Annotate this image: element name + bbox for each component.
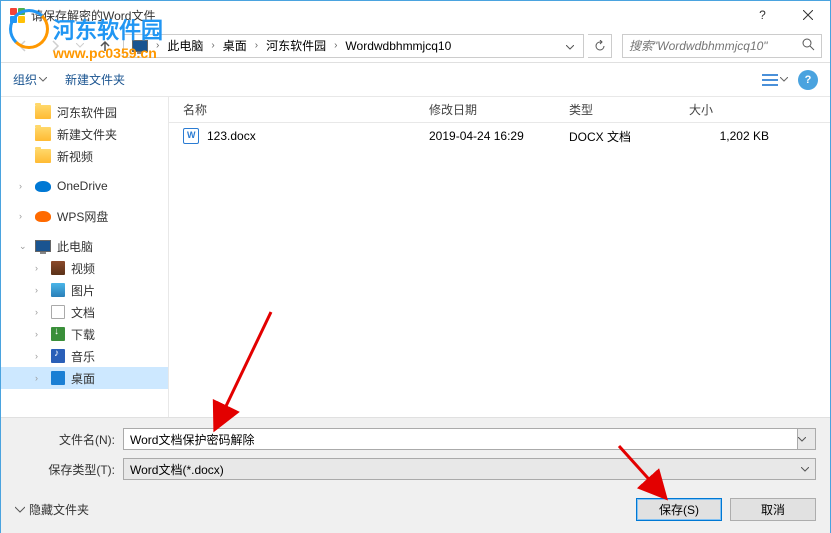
list-header: 名称 修改日期 类型 大小	[169, 97, 830, 123]
folder-icon	[35, 105, 51, 119]
view-icon	[762, 74, 778, 86]
filename-label: 文件名(N):	[15, 431, 123, 448]
forward-button[interactable]	[41, 33, 69, 59]
folder-icon	[35, 149, 51, 163]
folder-icon	[35, 127, 51, 141]
sidebar-item-downloads[interactable]: ›↓下载	[1, 323, 168, 345]
pc-icon	[35, 240, 51, 252]
column-name[interactable]: 名称	[169, 101, 429, 118]
search-input[interactable]	[629, 39, 802, 53]
chevron-down-icon	[76, 43, 84, 48]
breadcrumb-segment[interactable]: 河东软件园	[262, 35, 330, 57]
help-button[interactable]: ?	[740, 1, 785, 29]
save-form: 文件名(N): 保存类型(T): Word文档(*.docx) 隐藏文件夹 保存…	[1, 417, 830, 533]
filetype-label: 保存类型(T):	[15, 461, 123, 478]
chevron-right-icon: ›	[207, 40, 218, 51]
sidebar-item-documents[interactable]: ›文档	[1, 301, 168, 323]
sidebar: 河东软件园 新建文件夹 新视频 ›OneDrive ›WPS网盘 ⌄此电脑 ›视…	[1, 97, 169, 417]
breadcrumb-segment[interactable]: 桌面	[219, 35, 251, 57]
save-button[interactable]: 保存(S)	[636, 498, 722, 521]
sidebar-item-onedrive[interactable]: ›OneDrive	[1, 175, 168, 197]
file-list: 名称 修改日期 类型 大小 123.docx 2019-04-24 16:29 …	[169, 97, 830, 417]
sidebar-item-pictures[interactable]: ›图片	[1, 279, 168, 301]
sidebar-item-folder[interactable]: 新视频	[1, 145, 168, 167]
breadcrumb[interactable]: › 此电脑 › 桌面 › 河东软件园 › Wordwdbhmmjcq10	[123, 34, 584, 58]
file-row[interactable]: 123.docx 2019-04-24 16:29 DOCX 文档 1,202 …	[169, 123, 830, 149]
close-button[interactable]	[785, 1, 830, 29]
desktop-icon	[51, 371, 65, 385]
chevron-down-icon	[15, 505, 25, 515]
wps-icon	[35, 211, 51, 222]
sidebar-item-music[interactable]: ›♪音乐	[1, 345, 168, 367]
recent-dropdown[interactable]	[73, 33, 87, 59]
column-size[interactable]: 大小	[689, 101, 789, 118]
back-button[interactable]	[9, 33, 37, 59]
arrow-left-icon	[15, 38, 31, 54]
chevron-down-icon	[780, 77, 788, 82]
column-date[interactable]: 修改日期	[429, 101, 569, 118]
refresh-button[interactable]	[588, 34, 612, 58]
up-button[interactable]	[91, 33, 119, 59]
filename-input[interactable]	[123, 428, 798, 450]
chevron-down-icon	[39, 77, 47, 82]
chevron-down-icon	[801, 467, 809, 472]
sidebar-item-videos[interactable]: ›视频	[1, 257, 168, 279]
sidebar-item-folder[interactable]: 新建文件夹	[1, 123, 168, 145]
organize-menu[interactable]: 组织	[13, 71, 47, 88]
chevron-right-icon: ›	[330, 40, 341, 51]
arrow-up-icon	[97, 38, 113, 54]
navbar: › 此电脑 › 桌面 › 河东软件园 › Wordwdbhmmjcq10	[1, 29, 830, 63]
sidebar-item-desktop[interactable]: ›桌面	[1, 367, 168, 389]
window-title: 请保存解密的Word文件	[31, 7, 155, 24]
expand-arrow-icon: ›	[19, 181, 29, 191]
sidebar-item-wps[interactable]: ›WPS网盘	[1, 205, 168, 227]
chevron-down-icon	[798, 437, 806, 442]
view-button[interactable]	[762, 74, 788, 86]
docx-icon	[183, 128, 199, 144]
chevron-right-icon: ›	[251, 40, 262, 51]
main-pane: 河东软件园 新建文件夹 新视频 ›OneDrive ›WPS网盘 ⌄此电脑 ›视…	[1, 97, 830, 417]
search-box[interactable]	[622, 34, 822, 58]
breadcrumb-dropdown[interactable]	[561, 39, 579, 53]
app-icon	[9, 7, 25, 23]
hide-folders-toggle[interactable]: 隐藏文件夹	[15, 501, 89, 518]
breadcrumb-segment[interactable]: Wordwdbhmmjcq10	[341, 35, 455, 57]
close-icon	[803, 10, 813, 20]
new-folder-button[interactable]: 新建文件夹	[65, 71, 125, 88]
onedrive-icon	[35, 181, 51, 192]
refresh-icon	[594, 40, 606, 52]
expand-arrow-icon: ⌄	[19, 241, 29, 252]
file-type: DOCX 文档	[569, 128, 689, 145]
help-icon-button[interactable]: ?	[798, 70, 818, 90]
arrow-right-icon	[47, 38, 63, 54]
file-date: 2019-04-24 16:29	[429, 129, 569, 143]
filetype-select[interactable]: Word文档(*.docx)	[123, 458, 816, 480]
toolbar: 组织 新建文件夹 ?	[1, 63, 830, 97]
picture-icon	[51, 283, 65, 297]
music-icon: ♪	[51, 349, 65, 363]
video-icon	[51, 261, 65, 275]
cancel-button[interactable]: 取消	[730, 498, 816, 521]
download-icon: ↓	[51, 327, 65, 341]
document-icon	[51, 305, 65, 319]
sidebar-item-thispc[interactable]: ⌄此电脑	[1, 235, 168, 257]
file-name: 123.docx	[207, 129, 256, 143]
expand-arrow-icon: ›	[19, 211, 29, 221]
sidebar-item-folder[interactable]: 河东软件园	[1, 101, 168, 123]
breadcrumb-segment[interactable]: 此电脑	[163, 35, 207, 57]
file-size: 1,202 KB	[689, 129, 789, 143]
pc-icon	[128, 35, 152, 57]
titlebar: 请保存解密的Word文件 ?	[1, 1, 830, 29]
chevron-right-icon: ›	[152, 40, 163, 51]
search-icon[interactable]	[802, 38, 815, 54]
column-type[interactable]: 类型	[569, 101, 689, 118]
filename-dropdown[interactable]	[798, 428, 816, 450]
chevron-down-icon	[566, 45, 574, 50]
